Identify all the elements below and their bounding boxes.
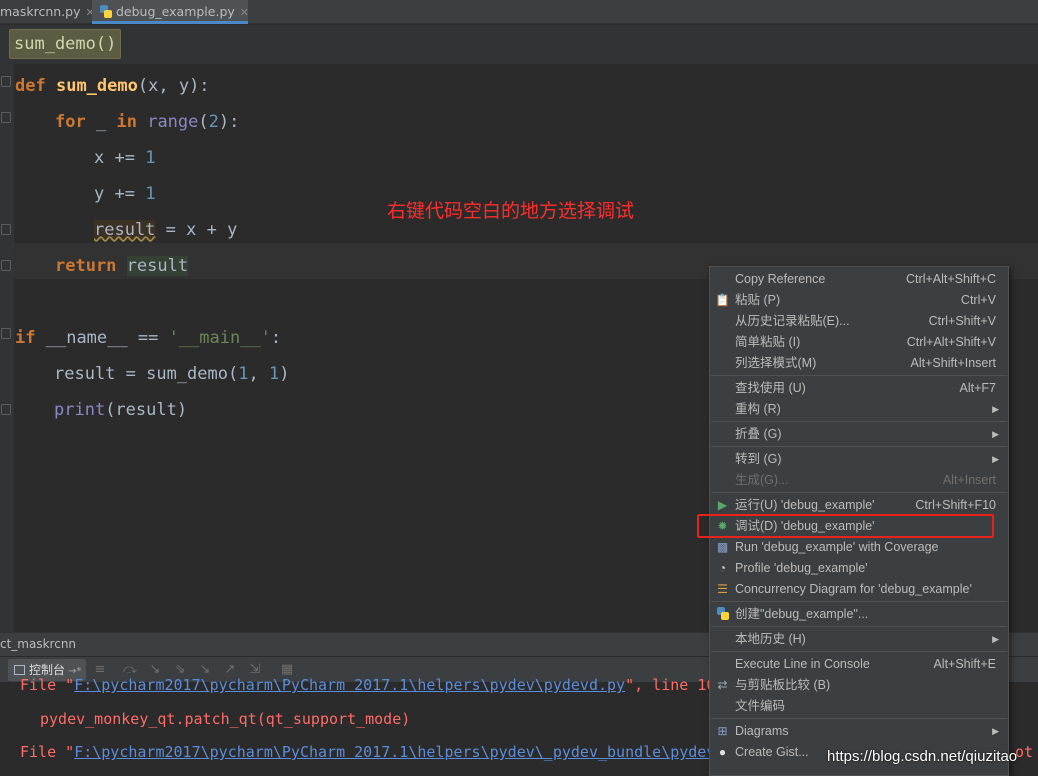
tab-label: debug_example.py bbox=[116, 4, 235, 19]
menu-item-execute-line[interactable]: Execute Line in Console Alt+Shift+E bbox=[710, 654, 1008, 675]
code-line-1[interactable]: def sum_demo(x, y): bbox=[15, 68, 210, 104]
code-line-7[interactable]: if __name__ == '__main__': bbox=[15, 320, 281, 356]
tab-debug-example[interactable]: debug_example.py ✕ bbox=[92, 0, 248, 24]
python-icon bbox=[715, 607, 730, 622]
github-icon: ● bbox=[718, 745, 727, 759]
close-icon[interactable]: ✕ bbox=[240, 6, 248, 19]
code-line-4[interactable]: y += 1 bbox=[94, 176, 155, 212]
menu-separator bbox=[711, 718, 1007, 719]
menu-item-goto[interactable]: 转到 (G) ▶ bbox=[710, 449, 1008, 470]
menu-item-local-history[interactable]: 本地历史 (H) ▶ bbox=[710, 629, 1008, 650]
fold-marker-icon[interactable] bbox=[1, 112, 11, 123]
file-link[interactable]: F:\pycharm2017\pycharm\PyCharm 2017.1\he… bbox=[74, 676, 625, 694]
menu-item-create-config[interactable]: 创建"debug_example"... bbox=[710, 604, 1008, 625]
menu-separator bbox=[711, 421, 1007, 422]
project-name: ct_maskrcnn bbox=[0, 637, 77, 651]
menu-item-run-with-coverage[interactable]: ▩ Run 'debug_example' with Coverage bbox=[710, 537, 1008, 558]
menu-item-diagrams[interactable]: ⊞ Diagrams ▶ bbox=[710, 721, 1008, 742]
code-line-9[interactable]: print(result) bbox=[54, 392, 187, 428]
code-line-8[interactable]: result = sum_demo(1, 1) bbox=[54, 356, 289, 392]
fold-marker-icon[interactable] bbox=[1, 328, 11, 339]
fold-marker-icon[interactable] bbox=[1, 404, 11, 415]
menu-item-paste[interactable]: 📋 粘贴 (P) Ctrl+V bbox=[710, 290, 1008, 311]
code-line-5[interactable]: result = x + y bbox=[94, 212, 237, 248]
menu-separator bbox=[711, 375, 1007, 376]
fold-marker-icon[interactable] bbox=[1, 224, 11, 235]
menu-item-folding[interactable]: 折叠 (G) ▶ bbox=[710, 424, 1008, 445]
profile-icon: ◔ bbox=[718, 561, 727, 575]
fold-marker-icon[interactable] bbox=[1, 260, 11, 271]
console-line: File "F:\pycharm2017\pycharm\PyCharm 201… bbox=[20, 743, 725, 761]
code-line-6[interactable]: return result bbox=[55, 248, 189, 284]
menu-item-column-selection[interactable]: 列选择模式(M) Alt+Shift+Insert bbox=[710, 353, 1008, 374]
code-line-2[interactable]: for _ in range(2): bbox=[55, 104, 239, 140]
compare-icon: ⇄ bbox=[717, 678, 728, 692]
file-link[interactable]: F:\pycharm2017\pycharm\PyCharm 2017.1\he… bbox=[74, 743, 724, 761]
menu-item-find-usages[interactable]: 查找使用 (U) Alt+F7 bbox=[710, 378, 1008, 399]
submenu-arrow-icon: ▶ bbox=[992, 404, 999, 414]
highlight-box bbox=[697, 514, 994, 538]
menu-item-copy-reference[interactable]: Copy Reference Ctrl+Alt+Shift+C bbox=[710, 269, 1008, 290]
menu-separator bbox=[711, 651, 1007, 652]
coverage-icon: ▩ bbox=[716, 540, 729, 554]
console-tab-label: 控制台 bbox=[29, 663, 66, 677]
console-icon bbox=[14, 665, 25, 675]
editor-gutter bbox=[0, 64, 14, 632]
menu-separator bbox=[711, 601, 1007, 602]
menu-item-generate[interactable]: 生成(G)... Alt+Insert bbox=[710, 470, 1008, 491]
breadcrumb-bar: sum_demo() bbox=[0, 25, 1038, 64]
tab-label: maskrcnn.py bbox=[0, 4, 81, 19]
submenu-arrow-icon: ▶ bbox=[992, 726, 999, 736]
concurrency-icon: ☰ bbox=[717, 582, 728, 596]
menu-separator bbox=[711, 446, 1007, 447]
watermark: https://blog.csdn.net/qiuzitao bbox=[827, 748, 1018, 765]
tab-maskrcnn[interactable]: maskrcnn.py ✕ bbox=[0, 0, 92, 24]
diagrams-icon: ⊞ bbox=[717, 724, 728, 738]
menu-item-paste-from-history[interactable]: 从历史记录粘贴(E)... Ctrl+Shift+V bbox=[710, 311, 1008, 332]
python-file-icon bbox=[100, 5, 112, 18]
code-line-3[interactable]: x += 1 bbox=[94, 140, 155, 176]
fold-marker-icon[interactable] bbox=[1, 76, 11, 87]
console-line: pydev_monkey_qt.patch_qt(qt_support_mode… bbox=[40, 710, 411, 728]
menu-item-paste-simple[interactable]: 简单粘贴 (I) Ctrl+Alt+Shift+V bbox=[710, 332, 1008, 353]
menu-item-run[interactable]: ▶ 运行(U) 'debug_example' Ctrl+Shift+F10 bbox=[710, 495, 1008, 516]
submenu-arrow-icon: ▶ bbox=[992, 634, 999, 644]
menu-item-profile[interactable]: ◔ Profile 'debug_example' bbox=[710, 558, 1008, 579]
menu-separator bbox=[711, 626, 1007, 627]
console-line: File "F:\pycharm2017\pycharm\PyCharm 201… bbox=[20, 676, 716, 694]
submenu-arrow-icon: ▶ bbox=[992, 429, 999, 439]
breadcrumb[interactable]: sum_demo() bbox=[9, 29, 122, 59]
annotation-text: 右键代码空白的地方选择调试 bbox=[387, 200, 635, 222]
menu-item-file-encoding[interactable]: 文件编码 bbox=[710, 696, 1008, 717]
menu-item-compare-clipboard[interactable]: ⇄ 与剪贴板比较 (B) bbox=[710, 675, 1008, 696]
menu-item-refactor[interactable]: 重构 (R) ▶ bbox=[710, 399, 1008, 420]
menu-separator bbox=[711, 492, 1007, 493]
submenu-arrow-icon: ▶ bbox=[992, 454, 999, 464]
run-icon: ▶ bbox=[717, 498, 728, 512]
paste-icon: 📋 bbox=[715, 293, 730, 307]
console-line-tail: ot bbox=[1015, 743, 1034, 761]
editor-tab-bar: maskrcnn.py✕ debug_example.py ✕ bbox=[0, 0, 1038, 24]
menu-item-concurrency-diagram[interactable]: ☰ Concurrency Diagram for 'debug_example' bbox=[710, 579, 1008, 600]
